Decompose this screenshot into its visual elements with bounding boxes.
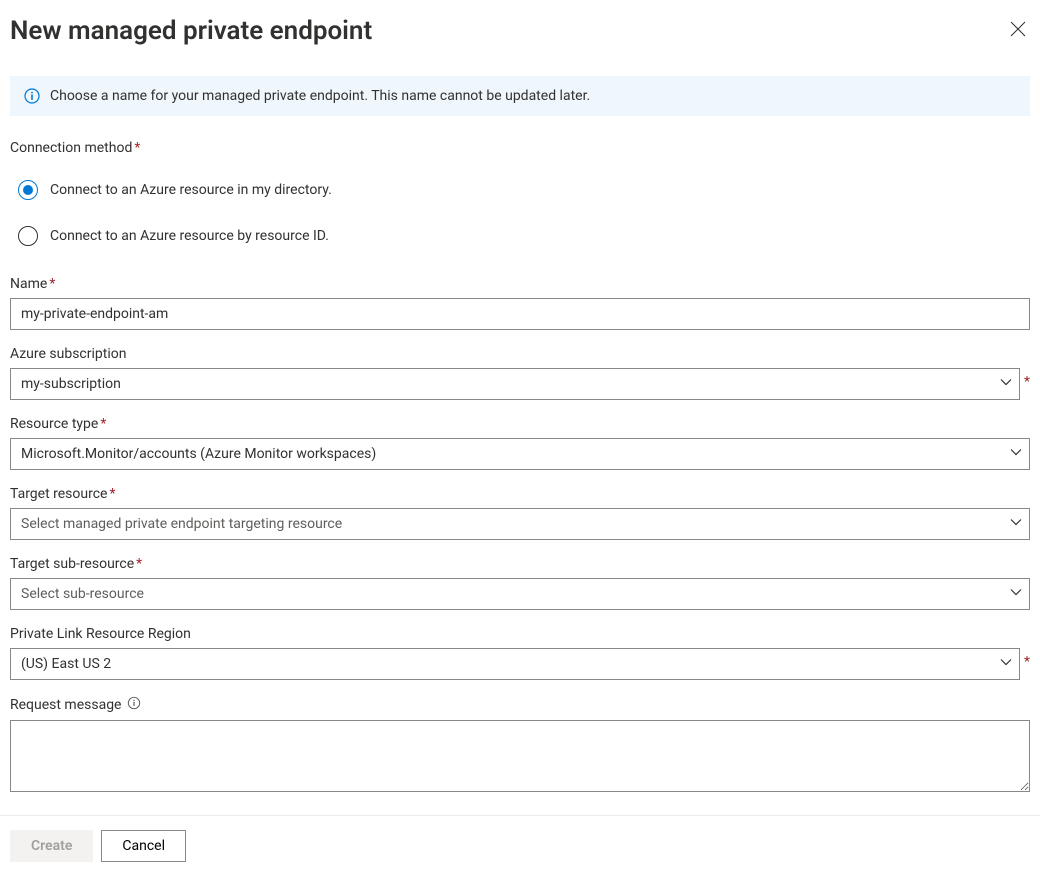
connection-method-option-directory[interactable]: Connect to an Azure resource in my direc…	[10, 170, 1030, 210]
close-icon	[1010, 21, 1026, 37]
info-icon[interactable]	[127, 696, 141, 714]
request-message-textarea[interactable]	[10, 720, 1030, 792]
name-input[interactable]	[10, 298, 1030, 330]
page-title: New managed private endpoint	[10, 16, 372, 46]
resource-type-value: Microsoft.Monitor/accounts (Azure Monito…	[21, 446, 376, 462]
target-resource-select[interactable]: Select managed private endpoint targetin…	[10, 508, 1030, 540]
close-button[interactable]	[1006, 17, 1030, 45]
radio-label: Connect to an Azure resource by resource…	[50, 228, 329, 244]
request-message-label-row: Request message	[10, 696, 1030, 714]
connection-method-radio-group: Connect to an Azure resource in my direc…	[10, 170, 1030, 256]
region-select[interactable]: (US) East US 2	[10, 648, 1020, 680]
info-banner-text: Choose a name for your managed private e…	[50, 88, 590, 104]
target-sub-resource-label: Target sub-resource*	[10, 556, 1030, 572]
footer: Create Cancel	[0, 815, 1040, 862]
connection-method-label: Connection method*	[10, 140, 1030, 156]
create-button[interactable]: Create	[10, 830, 93, 862]
connection-method-section: Connection method* Connect to an Azure r…	[10, 140, 1030, 256]
target-sub-resource-section: Target sub-resource* Select sub-resource	[10, 556, 1030, 610]
cancel-button[interactable]: Cancel	[101, 830, 186, 862]
request-message-label: Request message	[10, 697, 121, 713]
connection-method-option-resource-id[interactable]: Connect to an Azure resource by resource…	[10, 216, 1030, 256]
resource-type-section: Resource type* Microsoft.Monitor/account…	[10, 416, 1030, 470]
required-indicator: *	[1024, 374, 1030, 390]
info-icon	[24, 88, 40, 104]
region-label: Private Link Resource Region	[10, 626, 1030, 642]
resource-type-label: Resource type*	[10, 416, 1030, 432]
radio-unselected-icon	[18, 226, 38, 246]
request-message-section: Request message	[10, 696, 1030, 796]
page-header: New managed private endpoint	[10, 10, 1030, 76]
target-resource-label: Target resource*	[10, 486, 1030, 502]
subscription-select[interactable]: my-subscription	[10, 368, 1020, 400]
region-value: (US) East US 2	[21, 656, 111, 672]
subscription-value: my-subscription	[21, 376, 121, 392]
name-section: Name*	[10, 276, 1030, 330]
radio-label: Connect to an Azure resource in my direc…	[50, 182, 332, 198]
target-resource-section: Target resource* Select managed private …	[10, 486, 1030, 540]
resource-type-select[interactable]: Microsoft.Monitor/accounts (Azure Monito…	[10, 438, 1030, 470]
name-label: Name*	[10, 276, 1030, 292]
radio-selected-icon	[18, 180, 38, 200]
region-section: Private Link Resource Region (US) East U…	[10, 626, 1030, 680]
target-sub-resource-placeholder: Select sub-resource	[21, 586, 144, 602]
required-indicator: *	[1024, 654, 1030, 670]
target-resource-placeholder: Select managed private endpoint targetin…	[21, 516, 342, 532]
info-banner: Choose a name for your managed private e…	[10, 76, 1030, 116]
subscription-label: Azure subscription	[10, 346, 1030, 362]
subscription-section: Azure subscription my-subscription *	[10, 346, 1030, 400]
target-sub-resource-select[interactable]: Select sub-resource	[10, 578, 1030, 610]
